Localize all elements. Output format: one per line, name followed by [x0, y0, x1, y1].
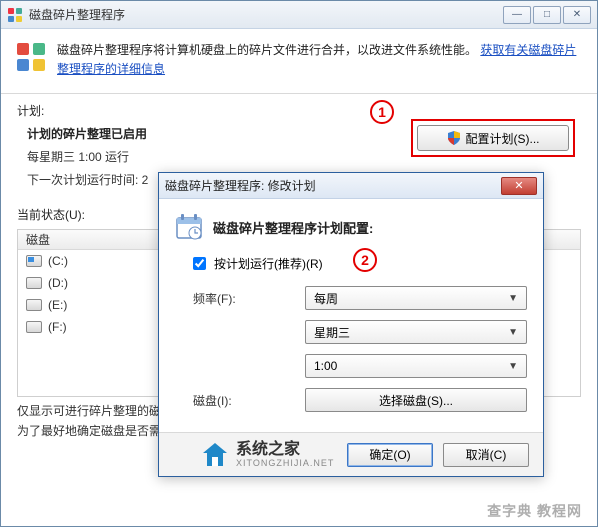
- chevron-down-icon: ▼: [508, 327, 518, 338]
- annotation-circle-1: 1: [370, 100, 394, 124]
- drive-icon: [26, 255, 42, 267]
- drive-icon: [26, 299, 42, 311]
- time-value: 1:00: [314, 359, 337, 373]
- calendar-icon: [175, 213, 203, 241]
- day-value: 星期三: [314, 324, 350, 341]
- run-on-schedule-checkbox[interactable]: [193, 257, 206, 270]
- annotation-circle-2: 2: [353, 248, 377, 272]
- time-row: 1:00 ▼: [175, 354, 527, 378]
- chevron-down-icon: ▼: [508, 293, 518, 304]
- dialog-close-button[interactable]: ✕: [501, 177, 537, 195]
- configure-schedule-label: 配置计划(S)...: [466, 130, 540, 147]
- frequency-row: 频率(F): 每周 ▼: [175, 286, 527, 310]
- header-text: 磁盘碎片整理程序将计算机硬盘上的碎片文件进行合并，以改进文件系统性能。 获取有关…: [57, 41, 583, 79]
- dialog-body: 磁盘碎片整理程序计划配置: 按计划运行(推荐)(R) 频率(F): 每周 ▼ 星…: [159, 199, 543, 432]
- run-on-schedule-label: 按计划运行(推荐)(R): [214, 255, 323, 272]
- defrag-large-icon: [15, 41, 47, 73]
- frequency-label: 频率(F):: [175, 290, 305, 307]
- watermark-brand: 系统之家: [236, 441, 334, 459]
- configure-schedule-button[interactable]: 配置计划(S)...: [417, 125, 569, 151]
- house-icon: [200, 440, 230, 470]
- main-titlebar: 磁盘碎片整理程序 — □ ✕: [1, 1, 597, 29]
- watermark-corner: 查字典 教程网: [487, 501, 582, 521]
- close-button[interactable]: ✕: [563, 6, 591, 24]
- main-title: 磁盘碎片整理程序: [29, 6, 503, 23]
- minimize-button[interactable]: —: [503, 6, 531, 24]
- watermark-domain: XITONGZHIJIA.NET: [236, 459, 334, 469]
- select-disk-button[interactable]: 选择磁盘(S)...: [305, 388, 527, 412]
- schedule-label: 计划:: [17, 102, 581, 119]
- annotation-box-1: 配置计划(S)...: [411, 119, 575, 157]
- maximize-button[interactable]: □: [533, 6, 561, 24]
- watermark-logo: 系统之家 XITONGZHIJIA.NET: [200, 440, 334, 470]
- frequency-value: 每周: [314, 290, 338, 307]
- disk-select-label: 磁盘(I):: [175, 392, 305, 409]
- drive-icon: [26, 277, 42, 289]
- ok-button[interactable]: 确定(O): [347, 443, 433, 467]
- dialog-heading: 磁盘碎片整理程序计划配置:: [213, 218, 373, 237]
- frequency-combobox[interactable]: 每周 ▼: [305, 286, 527, 310]
- cancel-button[interactable]: 取消(C): [443, 443, 529, 467]
- uac-shield-icon: [447, 131, 461, 145]
- header-text-static: 磁盘碎片整理程序将计算机硬盘上的碎片文件进行合并，以改进文件系统性能。: [57, 43, 477, 57]
- config-button-area: 配置计划(S)...: [411, 119, 575, 157]
- defrag-app-icon: [7, 7, 23, 23]
- window-controls: — □ ✕: [503, 6, 591, 24]
- dialog-title: 磁盘碎片整理程序: 修改计划: [165, 177, 501, 194]
- day-row: 星期三 ▼: [175, 320, 527, 344]
- time-combobox[interactable]: 1:00 ▼: [305, 354, 527, 378]
- chevron-down-icon: ▼: [508, 361, 518, 372]
- dialog-titlebar: 磁盘碎片整理程序: 修改计划 ✕: [159, 173, 543, 199]
- modify-schedule-dialog: 磁盘碎片整理程序: 修改计划 ✕ 磁盘碎片整理程序计划配置: 按计划运行(推荐)…: [158, 172, 544, 477]
- header-description: 磁盘碎片整理程序将计算机硬盘上的碎片文件进行合并，以改进文件系统性能。 获取有关…: [1, 29, 597, 94]
- disk-select-row: 磁盘(I): 选择磁盘(S)...: [175, 388, 527, 412]
- drive-icon: [26, 321, 42, 333]
- dialog-heading-row: 磁盘碎片整理程序计划配置:: [175, 213, 527, 241]
- day-combobox[interactable]: 星期三 ▼: [305, 320, 527, 344]
